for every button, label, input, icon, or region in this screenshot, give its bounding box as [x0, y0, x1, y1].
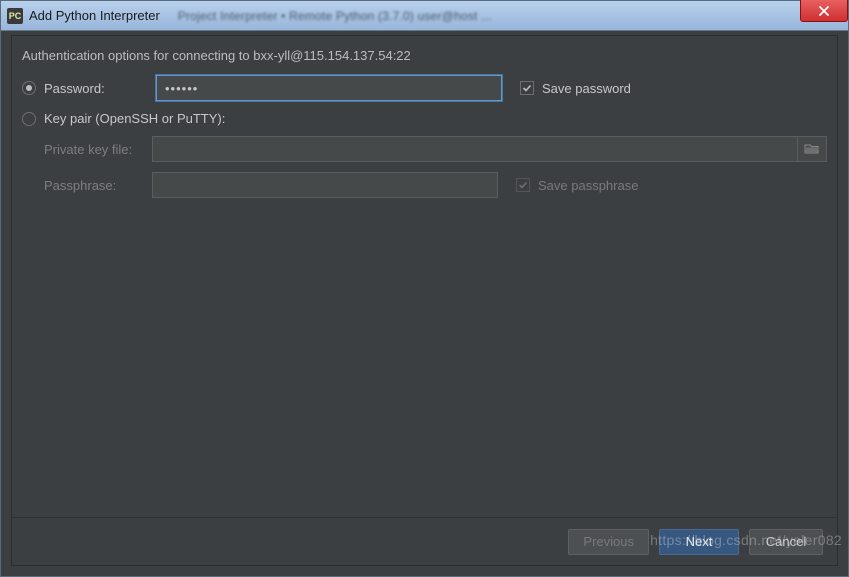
checkmark-icon	[518, 180, 528, 190]
password-input[interactable]	[156, 75, 502, 101]
passphrase-input[interactable]	[152, 172, 498, 198]
titlebar-extra-blurred: Project Interpreter • Remote Python (3.7…	[178, 9, 492, 23]
content-area: Authentication options for connecting to…	[12, 36, 837, 198]
private-key-field-wrap	[152, 136, 827, 162]
save-passphrase-checkbox	[516, 178, 530, 192]
keypair-label: Key pair (OpenSSH or PuTTY):	[44, 111, 225, 126]
app-icon: PC	[7, 8, 23, 24]
password-row: Password: Save password	[22, 75, 827, 101]
close-button[interactable]	[800, 0, 848, 22]
checkmark-icon	[522, 83, 532, 93]
keypair-block: Private key file: Passphrase:	[44, 136, 827, 198]
auth-header: Authentication options for connecting to…	[22, 48, 827, 63]
titlebar: PC Add Python Interpreter Project Interp…	[1, 1, 848, 31]
private-key-label: Private key file:	[44, 142, 152, 157]
folder-open-icon	[804, 143, 820, 155]
keypair-radio[interactable]	[22, 112, 36, 126]
previous-button[interactable]: Previous	[568, 529, 649, 555]
private-key-row: Private key file:	[44, 136, 827, 162]
password-radio[interactable]	[22, 81, 36, 95]
private-key-input[interactable]	[152, 136, 797, 162]
cancel-button[interactable]: Cancel	[749, 529, 823, 555]
passphrase-row: Passphrase: Save passphrase	[44, 172, 827, 198]
close-icon	[818, 5, 830, 17]
password-label: Password:	[44, 81, 150, 96]
save-passphrase-label: Save passphrase	[538, 178, 638, 193]
button-bar: Previous Next Cancel	[12, 517, 837, 565]
save-password-checkbox[interactable]	[520, 81, 534, 95]
save-password-label: Save password	[542, 81, 631, 96]
keypair-row: Key pair (OpenSSH or PuTTY):	[22, 111, 827, 126]
next-button[interactable]: Next	[659, 529, 739, 555]
dialog-body: Authentication options for connecting to…	[11, 35, 838, 566]
browse-button[interactable]	[797, 136, 827, 162]
window-title: Add Python Interpreter	[29, 8, 160, 23]
dialog-window: PC Add Python Interpreter Project Interp…	[0, 0, 849, 577]
passphrase-label: Passphrase:	[44, 178, 152, 193]
